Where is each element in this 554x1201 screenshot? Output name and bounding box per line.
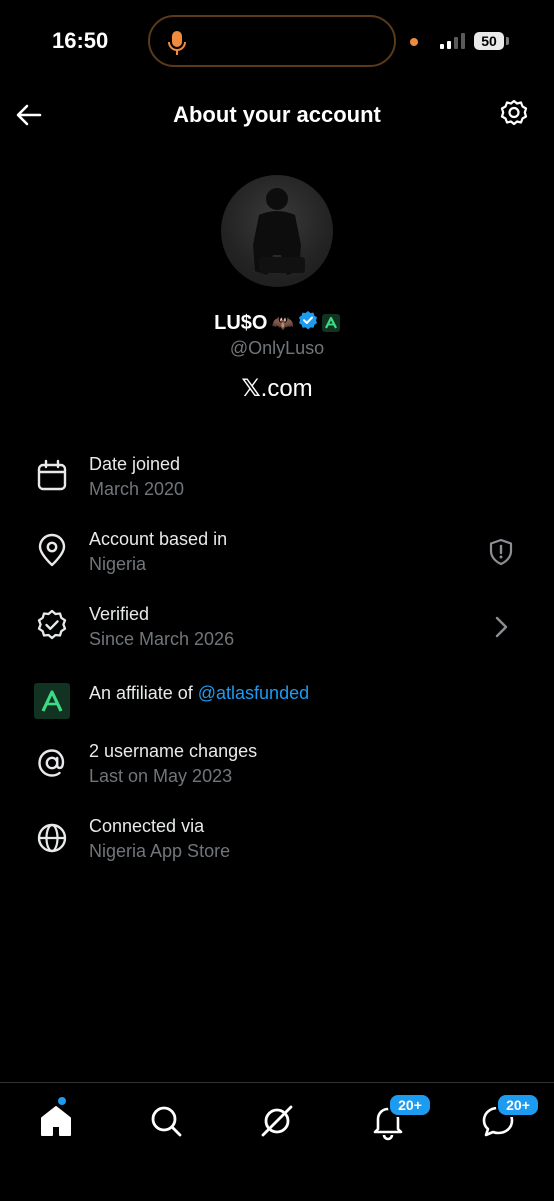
- globe-icon: [34, 820, 70, 856]
- date-joined-value: March 2020: [89, 479, 185, 499]
- site-label: 𝕏.com: [0, 374, 554, 403]
- info-row-date-joined: Date joined March 2020: [0, 450, 554, 510]
- chevron-right-icon: [486, 612, 516, 642]
- battery-icon: 50: [474, 32, 504, 50]
- date-joined-label: Date joined: [89, 454, 181, 474]
- dynamic-island: [148, 15, 396, 67]
- verified-badge-icon[interactable]: [298, 310, 318, 336]
- mic-indicator-dot: [410, 38, 418, 46]
- battery-nub: [506, 37, 509, 45]
- header: About your account: [0, 90, 554, 140]
- verified-outline-icon: [34, 608, 70, 644]
- username-changes-value: Last on May 2023: [89, 766, 233, 786]
- status-time: 16:50: [52, 28, 109, 53]
- info-row-affiliate: An affiliate of @atlasfunded: [0, 675, 554, 735]
- home-icon: [41, 1106, 71, 1136]
- search-icon: [151, 1106, 182, 1137]
- page-title: About your account: [173, 102, 381, 127]
- affiliate-text: An affiliate of @atlasfunded: [89, 683, 309, 704]
- microphone-icon: [166, 29, 188, 62]
- account-based-in-value: Nigeria: [89, 554, 147, 574]
- profile-silhouette-icon: [253, 188, 305, 275]
- bottom-tab-bar: 20+ 20+: [0, 1082, 554, 1201]
- messages-count-badge: 20+: [496, 1093, 540, 1117]
- x-logo-icon: 𝕏: [241, 375, 261, 402]
- verified-label: Verified: [89, 604, 150, 624]
- tab-home[interactable]: [36, 1097, 76, 1141]
- tab-grok[interactable]: [257, 1101, 297, 1141]
- gear-icon: [500, 99, 528, 126]
- at-sign-icon: [34, 745, 70, 781]
- avatar[interactable]: [221, 175, 333, 287]
- tab-search[interactable]: [146, 1101, 186, 1141]
- info-row-account-based-in: Account based in Nigeria: [0, 525, 554, 585]
- location-pin-icon: [34, 533, 70, 569]
- verified-value: Since March 2026: [89, 629, 235, 649]
- grok-icon: [261, 1105, 293, 1137]
- affiliate-badge-icon[interactable]: [321, 314, 340, 332]
- username-changes-label: 2 username changes: [89, 741, 258, 761]
- info-row-verified[interactable]: Verified Since March 2026: [0, 600, 554, 660]
- notifications-count-badge: 20+: [388, 1093, 432, 1117]
- calendar-icon: [34, 458, 70, 494]
- home-unread-dot: [58, 1097, 66, 1105]
- info-row-username-changes: 2 username changes Last on May 2023: [0, 737, 554, 797]
- profile-name: LU$O: [214, 311, 268, 334]
- profile-handle: @OnlyLuso: [229, 338, 325, 358]
- atlas-affiliate-logo-icon: [34, 683, 70, 719]
- tab-notifications[interactable]: 20+: [368, 1093, 432, 1141]
- profile-name-row: LU$O 🦇: [0, 310, 554, 336]
- connected-via-label: Connected via: [89, 816, 205, 836]
- account-based-in-label: Account based in: [89, 529, 228, 549]
- info-row-connected-via: Connected via Nigeria App Store: [0, 812, 554, 872]
- affiliate-link[interactable]: @atlasfunded: [198, 683, 309, 703]
- signal-icon: [440, 33, 466, 54]
- site-suffix: .com: [260, 375, 313, 402]
- profile-emoji: 🦇: [271, 312, 294, 333]
- status-bar: 16:50 50: [0, 0, 554, 84]
- shield-alert-icon[interactable]: [486, 537, 516, 567]
- tab-messages[interactable]: 20+: [478, 1093, 540, 1141]
- connected-via-value: Nigeria App Store: [89, 841, 231, 861]
- settings-button[interactable]: [498, 98, 530, 130]
- affiliate-label: An affiliate of: [89, 683, 198, 703]
